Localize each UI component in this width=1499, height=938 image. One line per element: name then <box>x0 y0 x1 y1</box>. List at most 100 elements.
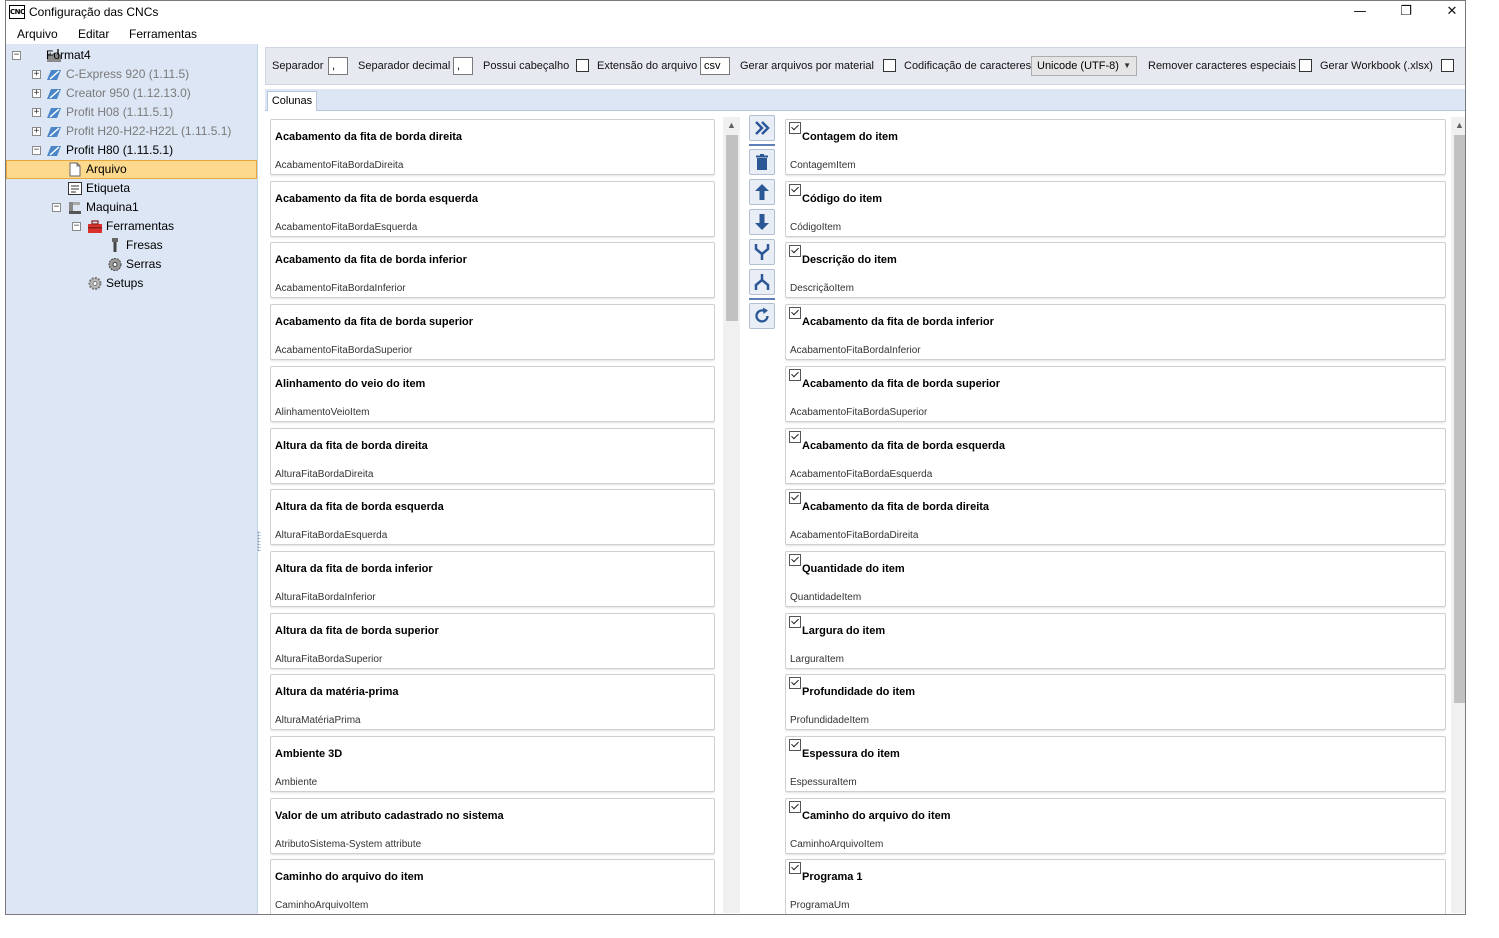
separador-input[interactable]: , <box>328 57 348 75</box>
column-card[interactable]: Contagem do item ContagemItem <box>785 119 1446 175</box>
scroll-thumb[interactable] <box>1454 135 1465 703</box>
column-checkbox[interactable] <box>789 739 801 751</box>
column-checkbox[interactable] <box>789 554 801 566</box>
collapse-icon[interactable]: − <box>12 51 21 60</box>
scroll-up-icon[interactable]: ▲ <box>723 117 740 133</box>
column-title: Valor de um atributo cadastrado no siste… <box>275 810 504 822</box>
gerar-material-checkbox[interactable] <box>883 59 896 72</box>
splitter-grip[interactable] <box>257 531 261 551</box>
remover-label: Remover caracteres especiais <box>1148 60 1296 72</box>
restore-button[interactable]: ❐ <box>1383 1 1429 23</box>
column-card[interactable]: Quantidade do item QuantidadeItem <box>785 551 1446 607</box>
column-card[interactable]: Alinhamento do veio do item AlinhamentoVe… <box>270 366 715 422</box>
main-window: CNC Configuração das CNCs — ❐ ✕ Arquivo … <box>5 0 1466 915</box>
expand-icon[interactable]: + <box>32 127 41 136</box>
column-card[interactable]: Altura da fita de borda esquerda AlturaFi… <box>270 489 715 545</box>
column-key: Ambiente <box>275 777 318 788</box>
column-card[interactable]: Acabamento da fita de borda esquerda Acab… <box>270 181 715 237</box>
column-card[interactable]: Espessura do item EspessuraItem <box>785 736 1446 792</box>
column-card[interactable]: Valor de um atributo cadastrado no siste… <box>270 798 715 854</box>
tab-strip: Colunas <box>265 89 1465 112</box>
column-checkbox[interactable] <box>789 801 801 813</box>
tree-node-ferramentas[interactable]: − Ferramentas <box>6 217 256 236</box>
refresh-button[interactable] <box>749 303 775 329</box>
tab-colunas[interactable]: Colunas <box>267 91 317 112</box>
scroll-up-icon[interactable]: ▲ <box>1451 117 1465 133</box>
tree-node-fresas[interactable]: Fresas <box>6 236 256 255</box>
column-card[interactable]: Acabamento da fita de borda superior Acab… <box>785 366 1446 422</box>
column-title: Descrição do item <box>802 254 897 266</box>
machine-icon <box>47 70 61 80</box>
column-card[interactable]: Acabamento da fita de borda esquerda Acab… <box>785 428 1446 484</box>
move-up-button[interactable] <box>749 179 775 205</box>
column-checkbox[interactable] <box>789 862 801 874</box>
tree-node-arquivo[interactable]: Arquivo <box>6 160 256 179</box>
column-card[interactable]: Acabamento da fita de borda superior Acab… <box>270 304 715 360</box>
remover-checkbox[interactable] <box>1299 59 1312 72</box>
possui-cabecalho-checkbox[interactable] <box>576 59 589 72</box>
tree-node-etiqueta[interactable]: Etiqueta <box>6 179 256 198</box>
minimize-button[interactable]: — <box>1337 1 1383 23</box>
expand-icon[interactable]: + <box>32 89 41 98</box>
column-card[interactable]: Largura do item LarguraItem <box>785 613 1446 669</box>
tree-node-setups[interactable]: Setups <box>6 274 256 293</box>
column-card[interactable]: Acabamento da fita de borda inferior Acab… <box>785 304 1446 360</box>
move-down-button[interactable] <box>749 209 775 235</box>
separador-decimal-input[interactable]: , <box>453 57 473 75</box>
column-card[interactable]: Altura da fita de borda direita AlturaFit… <box>270 428 715 484</box>
column-card[interactable]: Descrição do item DescriçãoItem <box>785 242 1446 298</box>
tree-node-machine-2[interactable]: + Creator 950 (1.12.13.0) <box>6 84 256 103</box>
merge-button[interactable] <box>749 239 775 265</box>
tree-node-machine-5[interactable]: − Profit H80 (1.11.5.1) <box>6 141 256 160</box>
collapse-icon[interactable]: − <box>52 203 61 212</box>
column-key: AcabamentoFitaBordaInferior <box>790 345 921 356</box>
column-card[interactable]: Ambiente 3D Ambiente <box>270 736 715 792</box>
collapse-icon[interactable]: − <box>72 222 81 231</box>
split-button[interactable] <box>749 269 775 295</box>
menu-editar[interactable]: Editar <box>78 27 109 41</box>
tree-node-maquina[interactable]: − Maquina1 <box>6 198 256 217</box>
expand-icon[interactable]: + <box>32 108 41 117</box>
column-card[interactable]: Acabamento da fita de borda direita Acaba… <box>270 119 715 175</box>
extensao-input[interactable]: csv <box>700 57 730 75</box>
column-checkbox[interactable] <box>789 122 801 134</box>
left-scrollbar[interactable]: ▲ <box>723 117 740 913</box>
column-checkbox[interactable] <box>789 184 801 196</box>
collapse-icon[interactable]: − <box>32 146 41 155</box>
tree-node-machine-3[interactable]: + Profit H08 (1.11.5.1) <box>6 103 256 122</box>
column-card[interactable]: Altura da matéria-prima AlturaMatériaPrim… <box>270 674 715 730</box>
right-scrollbar[interactable]: ▲ <box>1451 117 1465 913</box>
column-checkbox[interactable] <box>789 677 801 689</box>
close-button[interactable]: ✕ <box>1429 1 1465 23</box>
codificacao-select[interactable]: Unicode (UTF-8) ▼ <box>1031 56 1137 76</box>
column-key: AcabamentoFitaBordaEsquerda <box>275 222 418 233</box>
column-card[interactable]: Código do item CódigoItem <box>785 181 1446 237</box>
column-checkbox[interactable] <box>789 245 801 257</box>
split-icon <box>754 274 770 290</box>
tree-node-machine-4[interactable]: + Profit H20-H22-H22L (1.11.5.1) <box>6 122 256 141</box>
tree-node-format4[interactable]: − Format4 <box>6 46 256 65</box>
delete-button[interactable] <box>749 149 775 175</box>
column-card[interactable]: Caminho do arquivo do item CaminhoArquivo… <box>785 798 1446 854</box>
column-card[interactable]: Altura da fita de borda superior AlturaFi… <box>270 613 715 669</box>
possui-cabecalho-label: Possui cabeçalho <box>483 60 570 72</box>
column-card[interactable]: Acabamento da fita de borda inferior Acab… <box>270 242 715 298</box>
workbook-checkbox[interactable] <box>1441 59 1454 72</box>
expand-icon[interactable]: + <box>32 70 41 79</box>
scroll-thumb[interactable] <box>726 135 738 321</box>
add-all-button[interactable] <box>749 115 775 141</box>
column-card[interactable]: Profundidade do item ProfundidadeItem <box>785 674 1446 730</box>
column-checkbox[interactable] <box>789 369 801 381</box>
column-card[interactable]: Altura da fita de borda inferior AlturaFi… <box>270 551 715 607</box>
column-checkbox[interactable] <box>789 431 801 443</box>
column-checkbox[interactable] <box>789 616 801 628</box>
tree-node-serras[interactable]: Serras <box>6 255 256 274</box>
column-card[interactable]: Caminho do arquivo do item CaminhoArquivo… <box>270 859 715 914</box>
column-card[interactable]: Acabamento da fita de borda direita Acaba… <box>785 489 1446 545</box>
tree-node-machine-1[interactable]: + C-Express 920 (1.11.5) <box>6 65 256 84</box>
menu-arquivo[interactable]: Arquivo <box>17 27 58 41</box>
column-checkbox[interactable] <box>789 307 801 319</box>
column-card[interactable]: Programa 1 ProgramaUm <box>785 859 1446 914</box>
menu-ferramentas[interactable]: Ferramentas <box>129 27 197 41</box>
column-checkbox[interactable] <box>789 492 801 504</box>
